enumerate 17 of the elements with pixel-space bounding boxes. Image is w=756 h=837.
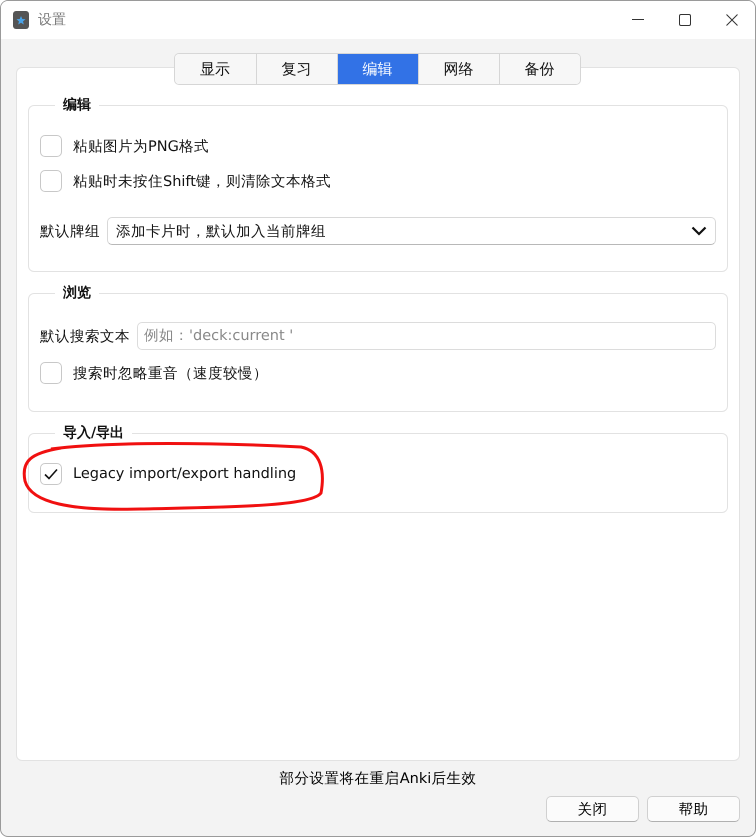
- window-title: 设置: [38, 11, 67, 29]
- field-label: 默认牌组: [40, 222, 100, 240]
- restart-note: 部分设置将在重启Anki后生效: [278, 770, 478, 789]
- tab[interactable]: 备份: [498, 54, 580, 84]
- field-label: 默认搜索文本: [40, 328, 130, 346]
- close-dialog-button[interactable]: 关闭: [546, 796, 639, 822]
- search-text-field[interactable]: 例如：'deck:current ': [137, 322, 716, 350]
- checkbox-label: 粘贴图片为PNG格式: [73, 138, 209, 156]
- checkbox-label: Legacy import/export handling: [73, 466, 296, 482]
- tab[interactable]: 编辑: [336, 54, 418, 84]
- group-title: 导入/导出: [62, 424, 126, 442]
- checkbox-label: 粘贴时未按住Shift键，则清除文本格式: [73, 172, 331, 190]
- group-title: 编辑: [62, 96, 92, 114]
- group-title: 浏览: [62, 284, 92, 302]
- checkbox-label: 搜索时忽略重音（速度较慢）: [73, 364, 268, 382]
- dropdown[interactable]: 添加卡片时，默认加入当前牌组: [107, 217, 716, 245]
- help-button[interactable]: 帮助: [647, 796, 740, 822]
